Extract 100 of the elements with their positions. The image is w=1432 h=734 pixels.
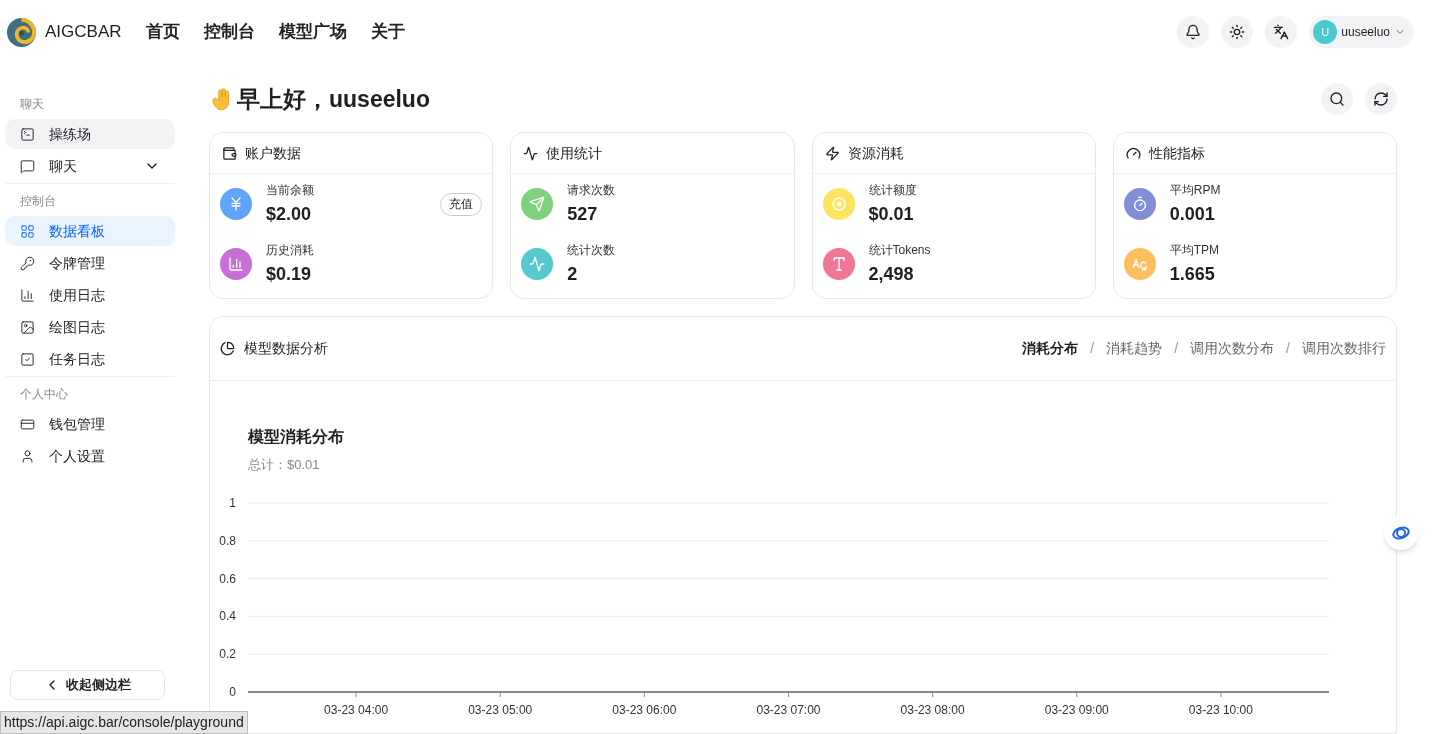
sidebar-item[interactable]: 操练场 bbox=[5, 119, 175, 149]
timer-icon bbox=[1131, 196, 1148, 212]
search-icon bbox=[1329, 91, 1345, 107]
collapse-sidebar-button[interactable]: 收起侧边栏 bbox=[10, 670, 165, 700]
stat-value: 2,498 bbox=[868, 262, 915, 286]
axis-label: 03-23 09:00 bbox=[1044, 702, 1109, 717]
stat-label: 统计次数 bbox=[567, 241, 617, 259]
sidebar-item[interactable]: 个人设置 bbox=[5, 441, 175, 471]
stat-value: 1.665 bbox=[1169, 262, 1216, 286]
refresh-button[interactable] bbox=[1365, 83, 1397, 115]
tab-separator: / bbox=[1174, 339, 1179, 358]
sidebar-item[interactable]: 聊天 bbox=[5, 151, 175, 181]
notification-button[interactable] bbox=[1177, 16, 1210, 48]
stat-value: 2 bbox=[567, 262, 579, 286]
stat-label: 请求次数 bbox=[567, 181, 617, 199]
nav-link[interactable]: 关于 bbox=[370, 19, 405, 45]
axis-label: 03-23 05:00 bbox=[468, 702, 533, 717]
user-name: uuseeluo bbox=[1341, 24, 1390, 41]
chart-total: 总计：$0.01 bbox=[248, 456, 321, 474]
sidebar-item[interactable]: 任务日志 bbox=[5, 344, 175, 374]
nav-link[interactable]: 控制台 bbox=[203, 19, 255, 45]
check-icon bbox=[20, 351, 35, 367]
yen-icon bbox=[228, 196, 244, 212]
stat-label: 统计额度 bbox=[868, 181, 918, 199]
search-button[interactable] bbox=[1321, 83, 1353, 115]
sun-icon bbox=[1229, 24, 1246, 40]
chart-tab[interactable]: 调用次数排行 bbox=[1302, 338, 1386, 359]
section-title: 聊天 bbox=[19, 96, 45, 113]
section-title: 个人中心 bbox=[19, 386, 69, 403]
chart-icon bbox=[228, 256, 244, 272]
coin-icon bbox=[830, 196, 847, 212]
axis-label: 1 bbox=[229, 495, 236, 510]
chart-title: 模型消耗分布 bbox=[248, 427, 345, 447]
send-icon bbox=[529, 196, 546, 212]
stat-label: 历史消耗 bbox=[266, 241, 315, 259]
theme-button[interactable] bbox=[1221, 16, 1254, 48]
axis-label: 03-23 06:00 bbox=[612, 702, 677, 717]
tab-separator: / bbox=[1286, 339, 1290, 358]
pulse-icon bbox=[529, 256, 546, 272]
card-title: 性能指标 bbox=[1148, 143, 1205, 163]
card-title: 资源消耗 bbox=[847, 143, 904, 163]
axis-label: 03-23 10:00 bbox=[1188, 702, 1253, 717]
stat-value: $0.01 bbox=[868, 202, 915, 226]
sidebar-item[interactable]: 令牌管理 bbox=[5, 248, 175, 278]
pulse-icon bbox=[523, 145, 539, 161]
chart-tab[interactable]: 消耗趋势 bbox=[1106, 338, 1163, 359]
pie-chart-icon bbox=[220, 341, 235, 356]
axis-label: 03-23 04:00 bbox=[324, 702, 389, 717]
greeting: 早上好，uuseeluo bbox=[237, 84, 430, 114]
sidebar-item[interactable]: 绘图日志 bbox=[5, 312, 175, 342]
refresh-icon bbox=[1373, 91, 1389, 107]
stat-label: 当前余额 bbox=[266, 181, 315, 199]
stat-value: 0.001 bbox=[1169, 202, 1216, 226]
terminal-icon bbox=[20, 126, 35, 142]
stat-label: 平均TPM bbox=[1169, 241, 1221, 259]
stat-value: $0.19 bbox=[266, 262, 313, 286]
stat-value: $2.00 bbox=[266, 202, 313, 226]
assistant-button[interactable] bbox=[1384, 516, 1418, 550]
grid-icon bbox=[20, 223, 35, 239]
card-icon bbox=[20, 416, 35, 432]
axis-label: 0 bbox=[229, 684, 236, 699]
bell-icon bbox=[1185, 24, 1202, 40]
stat-label: 统计Tokens bbox=[868, 241, 932, 259]
user-icon bbox=[20, 448, 35, 464]
language-button[interactable] bbox=[1265, 16, 1298, 48]
avatar: U bbox=[1313, 20, 1338, 44]
logo-icon bbox=[6, 16, 37, 48]
sidebar-item[interactable]: 钱包管理 bbox=[5, 409, 175, 439]
bars-icon bbox=[20, 287, 35, 303]
axis-label: 0.8 bbox=[219, 533, 236, 548]
bolt-icon bbox=[824, 145, 840, 161]
stat-label: 平均RPM bbox=[1169, 181, 1222, 199]
chart-tab[interactable]: 调用次数分布 bbox=[1190, 338, 1275, 359]
image-icon bbox=[20, 319, 35, 335]
chart-tab[interactable]: 消耗分布 bbox=[1022, 338, 1079, 359]
key-icon bbox=[20, 255, 35, 271]
gauge-icon bbox=[1125, 145, 1141, 161]
card-title: 模型数据分析 bbox=[244, 339, 328, 358]
translate-icon bbox=[1273, 24, 1290, 40]
wallet-icon bbox=[222, 145, 237, 161]
nav-link[interactable]: 模型广场 bbox=[278, 19, 347, 45]
axis-label: 0.4 bbox=[219, 608, 236, 623]
card-title: 使用统计 bbox=[546, 143, 603, 163]
axis-label: 0.2 bbox=[219, 646, 236, 661]
tab-separator: / bbox=[1090, 339, 1095, 358]
card-title: 账户数据 bbox=[245, 143, 301, 163]
ag-icon bbox=[1131, 256, 1148, 272]
url-tooltip: https://api.aigc.bar/console/playground bbox=[0, 711, 248, 734]
sidebar-item[interactable]: 数据看板 bbox=[5, 216, 175, 246]
tee-icon bbox=[830, 256, 847, 272]
nav-link[interactable]: 首页 bbox=[145, 19, 180, 45]
axis-label: 03-23 07:00 bbox=[756, 702, 821, 717]
axis-label: 03-23 08:00 bbox=[900, 702, 965, 717]
stat-value: 527 bbox=[567, 202, 599, 226]
chat-icon bbox=[20, 158, 35, 174]
user-menu[interactable]: U uuseeluo bbox=[1309, 16, 1414, 48]
sidebar-item[interactable]: 使用日志 bbox=[5, 280, 175, 310]
axis-label: 0.6 bbox=[219, 571, 236, 586]
brand-name: AIGCBAR bbox=[45, 21, 122, 44]
section-title: 控制台 bbox=[19, 193, 57, 210]
